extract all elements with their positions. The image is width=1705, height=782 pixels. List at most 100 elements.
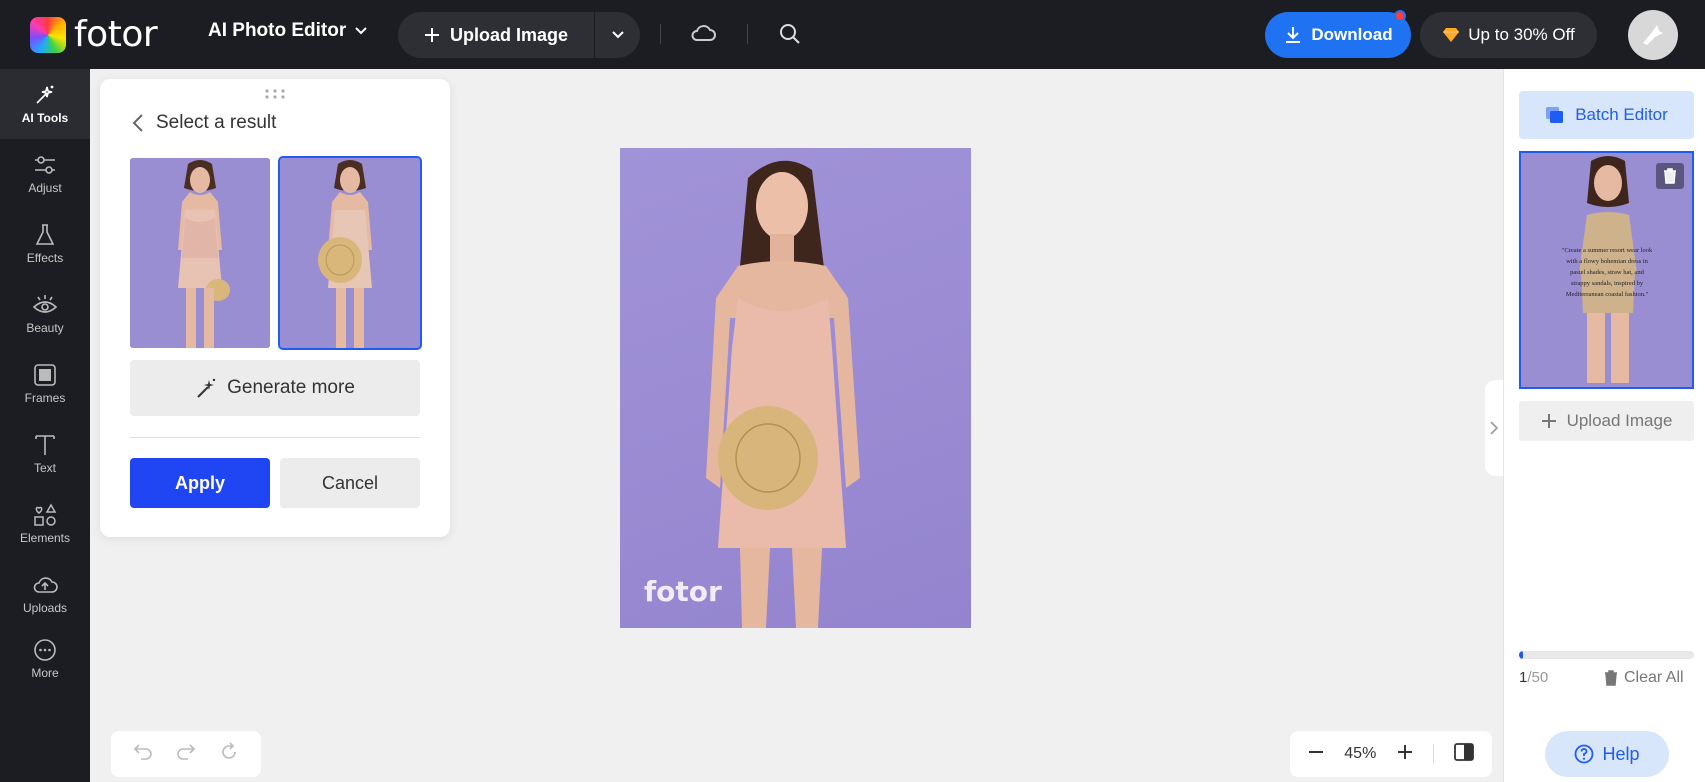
- divider: [130, 437, 420, 438]
- sidebar-item-beauty[interactable]: Beauty: [0, 279, 90, 349]
- sidebar-item-more[interactable]: More: [0, 624, 90, 694]
- progress-fill: [1519, 651, 1523, 659]
- cloud-save-button[interactable]: [690, 22, 716, 49]
- help-label: Help: [1602, 743, 1640, 764]
- clear-all-button[interactable]: Clear All: [1604, 669, 1684, 687]
- generate-more-label: Generate more: [227, 377, 355, 398]
- chevron-down-icon: [611, 31, 624, 39]
- batch-editor-button[interactable]: Batch Editor: [1519, 91, 1694, 139]
- back-button[interactable]: Select a result: [132, 112, 276, 134]
- ai-photo-editor-label: AI Photo Editor: [208, 20, 347, 41]
- batch-editor-label: Batch Editor: [1575, 105, 1668, 124]
- minus-icon: [1309, 750, 1324, 753]
- frames-icon: [34, 364, 56, 386]
- upload-image-side-label: Upload Image: [1566, 411, 1673, 430]
- select-result-panel: Select a result Generate more Apply Canc…: [100, 79, 450, 537]
- effects-icon: [35, 224, 55, 245]
- chevron-right-icon: [1490, 421, 1498, 435]
- promo-label: Up to 30% Off: [1468, 25, 1575, 44]
- compare-button[interactable]: [1453, 742, 1474, 766]
- divider: [1432, 744, 1434, 764]
- undo-icon: [133, 743, 152, 760]
- chevron-left-icon: [132, 114, 143, 132]
- canvas-image[interactable]: fotor: [620, 148, 971, 628]
- trash-icon: [1664, 168, 1676, 184]
- redo-button[interactable]: [176, 743, 196, 766]
- batch-progress-bar: [1519, 651, 1694, 659]
- search-button[interactable]: [778, 22, 802, 51]
- sidebar-item-effects[interactable]: Effects: [0, 209, 90, 279]
- zoom-in-button[interactable]: [1397, 744, 1413, 765]
- help-button[interactable]: Help: [1545, 731, 1669, 777]
- sidebar-item-label: More: [31, 666, 59, 680]
- count-total: /50: [1527, 669, 1549, 686]
- zoom-level[interactable]: 45%: [1344, 745, 1376, 763]
- text-icon: [35, 435, 55, 455]
- upload-options-dropdown[interactable]: [595, 12, 640, 58]
- zoom-out-button[interactable]: [1308, 744, 1324, 765]
- search-icon: [780, 24, 800, 44]
- generate-more-button[interactable]: Generate more: [130, 360, 420, 416]
- undo-button[interactable]: [133, 743, 153, 766]
- batch-editor-icon: [1546, 107, 1564, 123]
- side-nav: AI Tools Adjust Effects Beauty Frames Te…: [0, 69, 90, 782]
- avatar[interactable]: [1628, 10, 1678, 60]
- sidebar-item-adjust[interactable]: Adjust: [0, 139, 90, 209]
- download-button[interactable]: Download: [1265, 12, 1411, 58]
- beauty-icon: [32, 295, 58, 313]
- cloud-icon: [691, 25, 716, 41]
- compare-icon: [1453, 742, 1474, 761]
- promo-button[interactable]: Up to 30% Off: [1420, 12, 1597, 58]
- result-thumbnail[interactable]: [130, 158, 270, 348]
- sidebar-item-label: Beauty: [26, 321, 64, 335]
- sidebar-item-label: Effects: [26, 251, 64, 265]
- upload-image-group: Upload Image: [398, 12, 640, 58]
- help-icon: [1575, 744, 1594, 764]
- sidebar-item-label: AI Tools: [21, 111, 69, 125]
- ai-tools-icon: [36, 85, 54, 104]
- result-thumbnail-selected[interactable]: [278, 156, 422, 350]
- top-bar: fotor AI Photo Editor Upload Image Downl…: [0, 0, 1705, 69]
- sidebar-item-uploads[interactable]: Uploads: [0, 559, 90, 629]
- sidebar-item-label: Frames: [24, 391, 66, 405]
- divider: [660, 24, 661, 44]
- sidebar-item-label: Elements: [19, 531, 71, 545]
- plus-icon: [1397, 744, 1412, 759]
- sidebar-item-label: Uploads: [22, 601, 68, 615]
- adjust-icon: [35, 156, 55, 174]
- result-image: [280, 158, 420, 348]
- plus-icon: [1541, 414, 1556, 428]
- apply-button[interactable]: Apply: [130, 458, 270, 508]
- more-icon: [34, 639, 56, 661]
- delete-image-button[interactable]: [1656, 163, 1684, 189]
- reset-button[interactable]: [219, 741, 239, 767]
- watermark: fotor: [644, 575, 722, 608]
- upload-image-button[interactable]: Upload Image: [398, 12, 595, 58]
- sidebar-item-label: Adjust: [28, 181, 62, 195]
- sidebar-item-elements[interactable]: Elements: [0, 489, 90, 559]
- ai-photo-editor-menu[interactable]: AI Photo Editor: [208, 20, 368, 42]
- main-photo: [706, 160, 860, 628]
- chevron-down-icon: [355, 27, 367, 35]
- collapse-right-panel-button[interactable]: [1485, 380, 1503, 476]
- sidebar-item-ai-tools[interactable]: AI Tools: [0, 69, 90, 139]
- panel-title: Select a result: [156, 112, 277, 133]
- result-image: [130, 158, 270, 348]
- fotor-logo[interactable]: fotor: [30, 14, 158, 55]
- divider: [747, 24, 748, 44]
- drag-handle[interactable]: [264, 87, 286, 105]
- sidebar-item-text[interactable]: Text: [0, 419, 90, 489]
- cancel-button[interactable]: Cancel: [280, 458, 420, 508]
- upload-image-side-button[interactable]: Upload Image: [1519, 401, 1694, 441]
- trash-icon: [1605, 670, 1617, 686]
- download-icon: [1286, 27, 1301, 43]
- sidebar-item-frames[interactable]: Frames: [0, 349, 90, 419]
- elements-icon: [34, 503, 57, 526]
- batch-panel: Batch Editor "Create a summer resort wea…: [1503, 69, 1705, 782]
- prompt-caption: "Create a summer resort wear look with a…: [1561, 247, 1653, 298]
- drag-grip-icon: [265, 89, 285, 99]
- magic-wand-icon: [197, 378, 216, 398]
- notification-dot: [1394, 10, 1406, 22]
- batch-thumbnail[interactable]: "Create a summer resort wear look with a…: [1519, 151, 1694, 389]
- history-toolbar: [111, 731, 261, 777]
